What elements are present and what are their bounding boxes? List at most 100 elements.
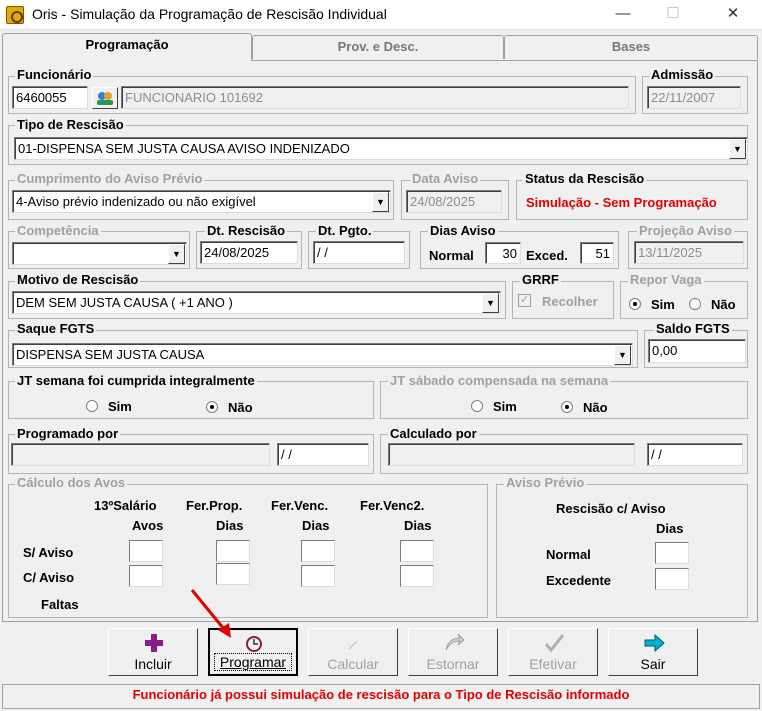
aviso-excedente-input[interactable] bbox=[655, 568, 689, 590]
aviso-previo-label: Aviso Prévio bbox=[504, 475, 587, 490]
repor-vaga-nao-radio[interactable] bbox=[689, 298, 701, 310]
saque-fgts-label: Saque FGTS bbox=[15, 321, 97, 336]
calcular-label: Calcular bbox=[327, 656, 379, 672]
competencia-select[interactable]: ▼ bbox=[12, 242, 187, 265]
col-fervenc-label: Fer.Venc. bbox=[271, 498, 329, 513]
jt-semana-nao-radio[interactable] bbox=[206, 401, 218, 413]
search-employee-button[interactable] bbox=[92, 87, 118, 109]
calculado-por-field bbox=[388, 443, 635, 466]
chevron-down-icon[interactable]: ▼ bbox=[482, 293, 499, 313]
c-aviso-13-input[interactable] bbox=[129, 565, 163, 587]
status-bar-message: Funcionário já possui simulação de resci… bbox=[2, 684, 760, 709]
people-search-icon bbox=[97, 92, 113, 105]
sair-label: Sair bbox=[640, 656, 666, 672]
repor-vaga-nao-label: Não bbox=[711, 297, 736, 312]
annotation-arrow-icon bbox=[190, 589, 231, 638]
chevron-down-icon[interactable]: ▼ bbox=[614, 345, 631, 365]
dt-pgto-input[interactable]: / / bbox=[313, 241, 405, 264]
projecao-aviso-label: Projeção Aviso bbox=[637, 223, 734, 238]
competencia-label: Competência bbox=[15, 223, 101, 238]
motivo-label: Motivo de Rescisão bbox=[15, 272, 141, 287]
tab-prov-desc[interactable]: Prov. e Desc. bbox=[252, 35, 504, 59]
jt-sabado-nao-label: Não bbox=[583, 400, 608, 415]
title-bar: Oris - Simulação da Programação de Resci… bbox=[0, 0, 762, 30]
calculator-icon bbox=[348, 640, 358, 650]
incluir-button[interactable]: Incluir bbox=[108, 628, 198, 676]
saque-fgts-select[interactable]: DISPENSA SEM JUSTA CAUSA ▼ bbox=[12, 343, 633, 366]
maximize-button: ☐ bbox=[666, 5, 680, 22]
jt-sabado-sim-label: Sim bbox=[493, 399, 517, 414]
dias-aviso-exced-label: Exced. bbox=[526, 248, 568, 263]
projecao-aviso-field: 13/11/2025 bbox=[634, 241, 744, 264]
grrf-label: GRRF bbox=[520, 272, 561, 287]
minimize-button[interactable]: — bbox=[600, 0, 646, 30]
admissao-field: 22/11/2007 bbox=[647, 86, 741, 109]
close-button[interactable]: ✕ bbox=[710, 0, 756, 30]
tab-bases[interactable]: Bases bbox=[504, 35, 758, 59]
plus-icon bbox=[145, 634, 163, 652]
programado-por-date[interactable]: / / bbox=[277, 443, 369, 466]
s-aviso-fervenc2-input[interactable] bbox=[400, 540, 434, 562]
chevron-down-icon[interactable]: ▼ bbox=[372, 192, 389, 212]
row-faltas-label: Faltas bbox=[41, 597, 79, 612]
aviso-normal-input[interactable] bbox=[655, 542, 689, 564]
jt-semana-nao-label: Não bbox=[228, 400, 253, 415]
efetivar-button[interactable]: Efetivar bbox=[508, 628, 598, 676]
programar-label: Programar bbox=[214, 653, 292, 671]
col-fervenc2-dias-label: Dias bbox=[404, 518, 432, 533]
programado-por-label: Programado por bbox=[15, 426, 121, 441]
jt-sabado-nao-radio[interactable] bbox=[561, 401, 573, 413]
dias-aviso-exced-input[interactable]: 51 bbox=[580, 242, 614, 264]
jt-sabado-sim-radio[interactable] bbox=[471, 400, 483, 412]
cumprimento-select[interactable]: 4-Aviso prévio indenizado ou não exigíve… bbox=[12, 190, 391, 213]
aviso-dias-label: Dias bbox=[656, 521, 684, 536]
tipo-rescisao-label: Tipo de Rescisão bbox=[15, 117, 126, 132]
chevron-down-icon[interactable]: ▼ bbox=[168, 244, 185, 264]
c-aviso-fervenc-input[interactable] bbox=[301, 565, 335, 587]
funcionario-label: Funcionário bbox=[15, 67, 94, 82]
data-aviso-field: 24/08/2025 bbox=[406, 190, 502, 213]
col-fervenc-dias-label: Dias bbox=[302, 518, 330, 533]
undo-arrow-icon bbox=[445, 633, 465, 651]
jt-sabado-label: JT sábado compensada na semana bbox=[388, 373, 611, 388]
c-aviso-ferprop-input[interactable] bbox=[216, 563, 250, 585]
s-aviso-fervenc-input[interactable] bbox=[301, 540, 335, 562]
saldo-fgts-input[interactable]: 0,00 bbox=[648, 339, 746, 363]
dt-rescisao-input[interactable]: 24/08/2025 bbox=[200, 241, 298, 264]
exit-arrow-icon bbox=[644, 633, 665, 653]
dias-aviso-normal-label: Normal bbox=[429, 248, 474, 263]
c-aviso-fervenc2-input[interactable] bbox=[400, 565, 434, 587]
col-13salario-label: 13ºSalário bbox=[94, 498, 157, 513]
sair-button[interactable]: Sair bbox=[608, 628, 698, 676]
col-avos-label: Avos bbox=[132, 518, 164, 533]
col-fervenc2-label: Fer.Venc2. bbox=[360, 498, 425, 513]
s-aviso-ferprop-input[interactable] bbox=[216, 540, 250, 562]
dias-aviso-normal-input[interactable]: 30 bbox=[485, 242, 521, 264]
repor-vaga-label: Repor Vaga bbox=[628, 272, 704, 287]
chevron-down-icon[interactable]: ▼ bbox=[729, 139, 746, 159]
cumprimento-value: 4-Aviso prévio indenizado ou não exigíve… bbox=[16, 194, 256, 209]
tipo-rescisao-value: 01-DISPENSA SEM JUSTA CAUSA AVISO INDENI… bbox=[18, 141, 350, 156]
jt-semana-sim-radio[interactable] bbox=[86, 400, 98, 412]
admissao-label: Admissão bbox=[649, 67, 716, 82]
motivo-select[interactable]: DEM SEM JUSTA CAUSA ( +1 ANO ) ▼ bbox=[12, 291, 501, 314]
cumprimento-label: Cumprimento do Aviso Prévio bbox=[15, 171, 205, 186]
estornar-label: Estornar bbox=[426, 656, 480, 672]
row-s-aviso-label: S/ Aviso bbox=[23, 545, 74, 560]
calcular-button[interactable]: Calcular bbox=[308, 628, 398, 676]
s-aviso-13-input[interactable] bbox=[129, 540, 163, 562]
col-ferprop-dias-label: Dias bbox=[216, 518, 244, 533]
tipo-rescisao-select[interactable]: 01-DISPENSA SEM JUSTA CAUSA AVISO INDENI… bbox=[14, 137, 748, 160]
data-aviso-label: Data Aviso bbox=[410, 171, 481, 186]
estornar-button[interactable]: Estornar bbox=[408, 628, 498, 676]
grrf-recolher-checkbox[interactable]: ✓ bbox=[518, 294, 531, 307]
tab-programacao[interactable]: Programação bbox=[2, 33, 252, 61]
col-ferprop-label: Fer.Prop. bbox=[186, 498, 243, 513]
funcionario-code-input[interactable]: 6460055 bbox=[12, 86, 88, 109]
status-rescisao-label: Status da Rescisão bbox=[523, 171, 647, 186]
repor-vaga-sim-radio[interactable] bbox=[629, 298, 641, 310]
efetivar-label: Efetivar bbox=[529, 656, 577, 672]
calculo-avos-label: Cálculo dos Avos bbox=[15, 475, 128, 490]
calculado-por-date[interactable]: / / bbox=[647, 443, 743, 466]
saque-fgts-value: DISPENSA SEM JUSTA CAUSA bbox=[16, 347, 205, 362]
